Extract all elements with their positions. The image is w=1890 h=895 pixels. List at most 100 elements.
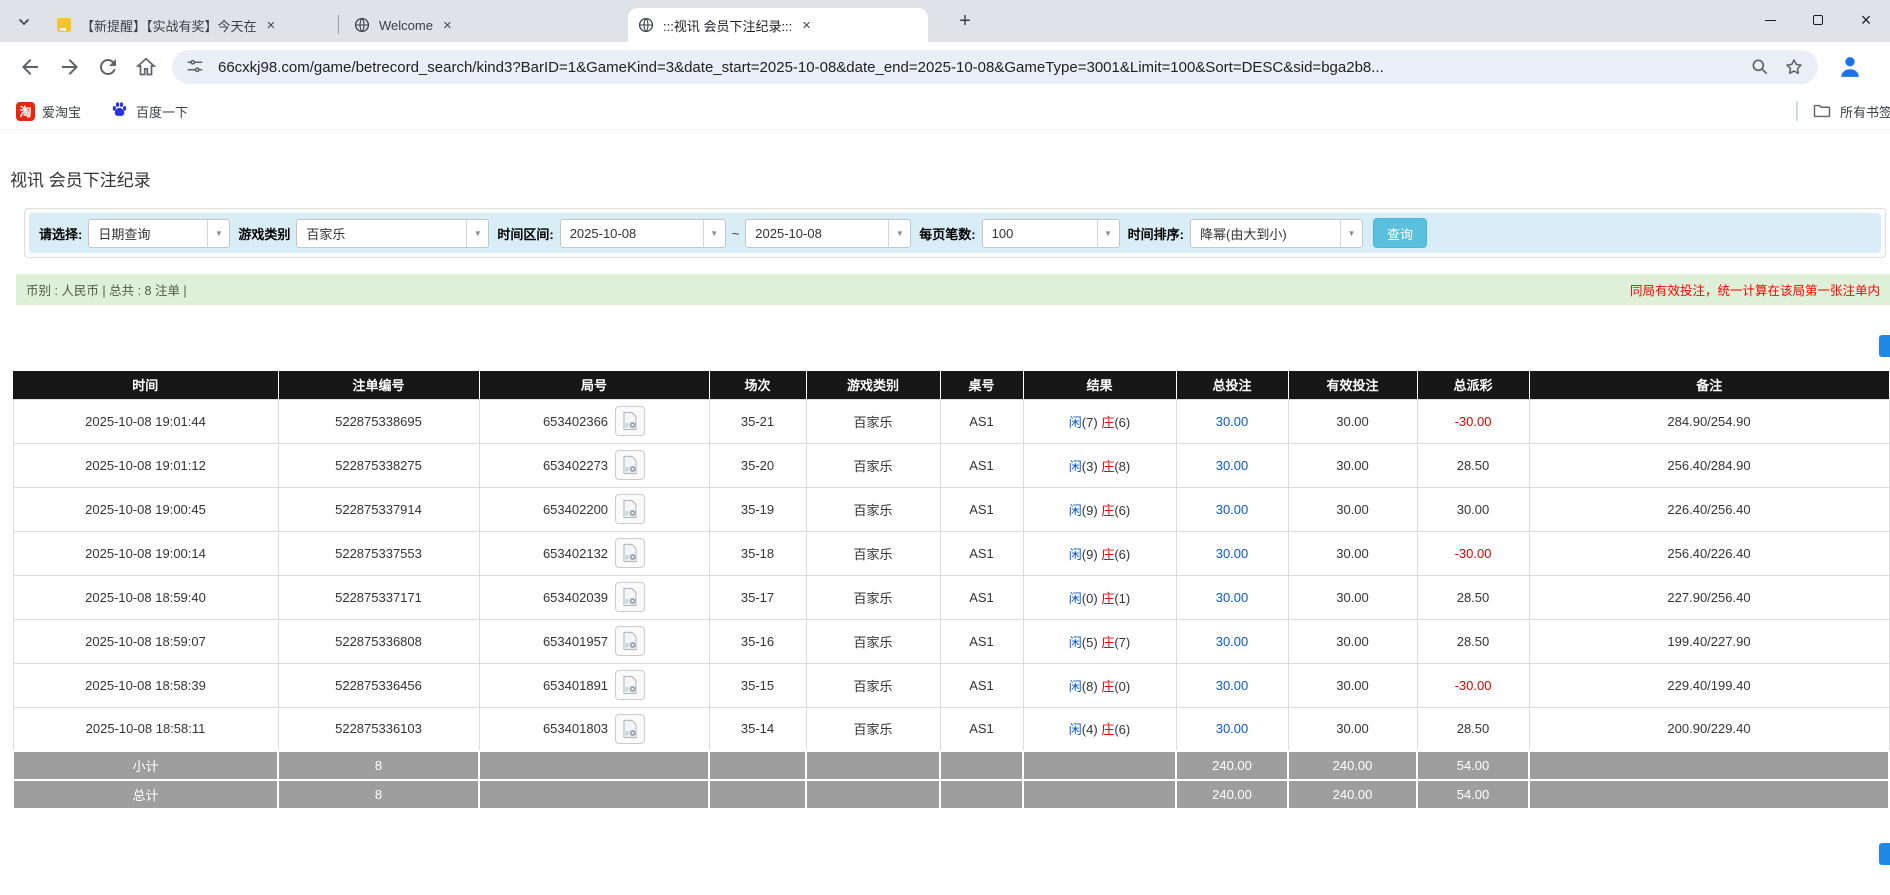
date-end-select[interactable]: 2025-10-08 ▼ xyxy=(745,219,911,248)
tab-close-icon[interactable]: × xyxy=(267,18,276,33)
url-bar[interactable]: 66cxkj98.com/game/betrecord_search/kind3… xyxy=(172,50,1818,84)
cell-session: 35-19 xyxy=(709,487,806,531)
summary-count: 8 xyxy=(278,780,479,809)
filter-bar: 请选择: 日期查询 ▼ 游戏类别 百家乐 ▼ 时间区间: 2025-10-08 … xyxy=(29,213,1881,253)
game-type-select[interactable]: 百家乐 ▼ xyxy=(296,219,489,248)
tab-separator xyxy=(338,15,339,34)
column-header: 场次 xyxy=(709,371,806,399)
table-row: 2025-10-08 18:58:39 522875336456 6534018… xyxy=(13,663,1889,707)
summary-label: 总计 xyxy=(13,780,278,809)
summary-payout: 54.00 xyxy=(1417,751,1529,780)
summary-count: 8 xyxy=(278,751,479,780)
cell-remark: 200.90/229.40 xyxy=(1529,707,1889,751)
zoom-magnifier-icon[interactable] xyxy=(1750,57,1770,77)
replay-video-button[interactable] xyxy=(615,538,645,568)
cell-session: 35-17 xyxy=(709,575,806,619)
close-button[interactable]: × xyxy=(1842,0,1890,40)
browser-tab-welcome[interactable]: Welcome × xyxy=(344,8,622,42)
site-settings-tune-icon[interactable] xyxy=(186,57,206,77)
date-start-select[interactable]: 2025-10-08 ▼ xyxy=(560,219,726,248)
cell-bet-id: 522875337171 xyxy=(278,575,479,619)
filter-panel: 请选择: 日期查询 ▼ 游戏类别 百家乐 ▼ 时间区间: 2025-10-08 … xyxy=(24,208,1886,258)
tab-title: Welcome xyxy=(379,18,433,33)
maximize-button[interactable] xyxy=(1794,0,1842,40)
floating-button-fragment-bottom[interactable] xyxy=(1879,843,1890,865)
cell-game-type: 百家乐 xyxy=(806,443,940,487)
browser-tab-betrecord-active[interactable]: :::视讯 会员下注纪录::: × xyxy=(628,8,928,42)
chevron-down-icon: ▼ xyxy=(888,220,910,247)
cell-payout: 28.50 xyxy=(1417,707,1529,751)
forward-button[interactable] xyxy=(58,55,82,79)
bookmark-label: 爱淘宝 xyxy=(42,102,81,121)
notice-red-text: 同局有效投注，统一计算在该局第一张注单内 xyxy=(1630,280,1880,299)
video-replay-icon xyxy=(620,455,640,475)
cell-table-id: AS1 xyxy=(940,531,1023,575)
cell-time: 2025-10-08 19:00:14 xyxy=(13,531,278,575)
column-header: 备注 xyxy=(1529,371,1889,399)
bookmark-taobao[interactable]: 淘 爱淘宝 xyxy=(16,92,81,130)
subtotal-row: 小计 8 240.00 240.00 54.00 xyxy=(13,751,1889,780)
tab-close-icon[interactable]: × xyxy=(443,18,452,33)
cell-session: 35-18 xyxy=(709,531,806,575)
new-tab-button[interactable]: + xyxy=(952,8,978,34)
cell-payout: 28.50 xyxy=(1417,575,1529,619)
reload-button[interactable] xyxy=(96,55,120,79)
replay-video-button[interactable] xyxy=(615,626,645,656)
replay-video-button[interactable] xyxy=(615,714,645,744)
column-header: 局号 xyxy=(479,371,709,399)
cell-total-bet[interactable]: 30.00 xyxy=(1176,487,1288,531)
chevron-down-icon: ▼ xyxy=(1340,220,1362,247)
replay-video-button[interactable] xyxy=(615,670,645,700)
cell-table-id: AS1 xyxy=(940,443,1023,487)
floating-button-fragment-top[interactable] xyxy=(1879,335,1890,357)
tab-close-icon[interactable]: × xyxy=(802,18,811,33)
video-replay-icon xyxy=(620,587,640,607)
video-replay-icon xyxy=(620,411,640,431)
cell-game-type: 百家乐 xyxy=(806,487,940,531)
back-button[interactable] xyxy=(18,55,42,79)
summary-total-bet: 240.00 xyxy=(1176,751,1288,780)
bookmark-baidu[interactable]: 百度一下 xyxy=(110,92,188,130)
chevron-down-icon: ▼ xyxy=(466,220,488,247)
cell-total-bet[interactable]: 30.00 xyxy=(1176,443,1288,487)
minimize-button[interactable] xyxy=(1746,0,1794,40)
cell-total-bet[interactable]: 30.00 xyxy=(1176,663,1288,707)
cell-valid-bet: 30.00 xyxy=(1288,443,1417,487)
cell-total-bet[interactable]: 30.00 xyxy=(1176,399,1288,443)
replay-video-button[interactable] xyxy=(615,582,645,612)
replay-video-button[interactable] xyxy=(615,450,645,480)
home-button[interactable] xyxy=(134,55,158,79)
search-button[interactable]: 查询 xyxy=(1373,218,1427,248)
cell-total-bet[interactable]: 30.00 xyxy=(1176,707,1288,751)
query-type-select[interactable]: 日期查询 ▼ xyxy=(88,219,230,248)
cell-bet-id: 522875337914 xyxy=(278,487,479,531)
cell-payout: 28.50 xyxy=(1417,619,1529,663)
date-range-label: 时间区间: xyxy=(497,224,553,243)
cell-total-bet[interactable]: 30.00 xyxy=(1176,531,1288,575)
cell-valid-bet: 30.00 xyxy=(1288,531,1417,575)
cell-total-bet[interactable]: 30.00 xyxy=(1176,575,1288,619)
table-body: 2025-10-08 19:01:44 522875338695 6534023… xyxy=(13,399,1889,809)
column-header: 游戏类别 xyxy=(806,371,940,399)
cell-valid-bet: 30.00 xyxy=(1288,619,1417,663)
replay-video-button[interactable] xyxy=(615,406,645,436)
cell-valid-bet: 30.00 xyxy=(1288,575,1417,619)
url-text[interactable]: 66cxkj98.com/game/betrecord_search/kind3… xyxy=(218,59,1738,76)
cell-session: 35-21 xyxy=(709,399,806,443)
tab-search-chevron-icon[interactable] xyxy=(12,10,36,34)
cell-payout: -30.00 xyxy=(1417,399,1529,443)
cell-session: 35-15 xyxy=(709,663,806,707)
all-bookmarks-button[interactable]: 所有书签 xyxy=(1812,92,1890,130)
browser-tab-forum[interactable]: 【新提醒】【实战有奖】今天在 × xyxy=(46,8,332,42)
video-replay-icon xyxy=(620,499,640,519)
profile-avatar-icon[interactable] xyxy=(1836,53,1864,81)
sort-order-select[interactable]: 降幂(由大到小) ▼ xyxy=(1190,219,1363,248)
chevron-down-icon: ▼ xyxy=(703,220,725,247)
replay-video-button[interactable] xyxy=(615,494,645,524)
summary-label: 小计 xyxy=(13,751,278,780)
page-size-select[interactable]: 100 ▼ xyxy=(982,219,1120,248)
bookmark-star-icon[interactable] xyxy=(1784,57,1804,77)
bet-record-table: 时间注单编号局号场次游戏类别桌号结果总投注有效投注总派彩备注 2025-10-0… xyxy=(12,371,1890,810)
column-header: 总派彩 xyxy=(1417,371,1529,399)
cell-total-bet[interactable]: 30.00 xyxy=(1176,619,1288,663)
